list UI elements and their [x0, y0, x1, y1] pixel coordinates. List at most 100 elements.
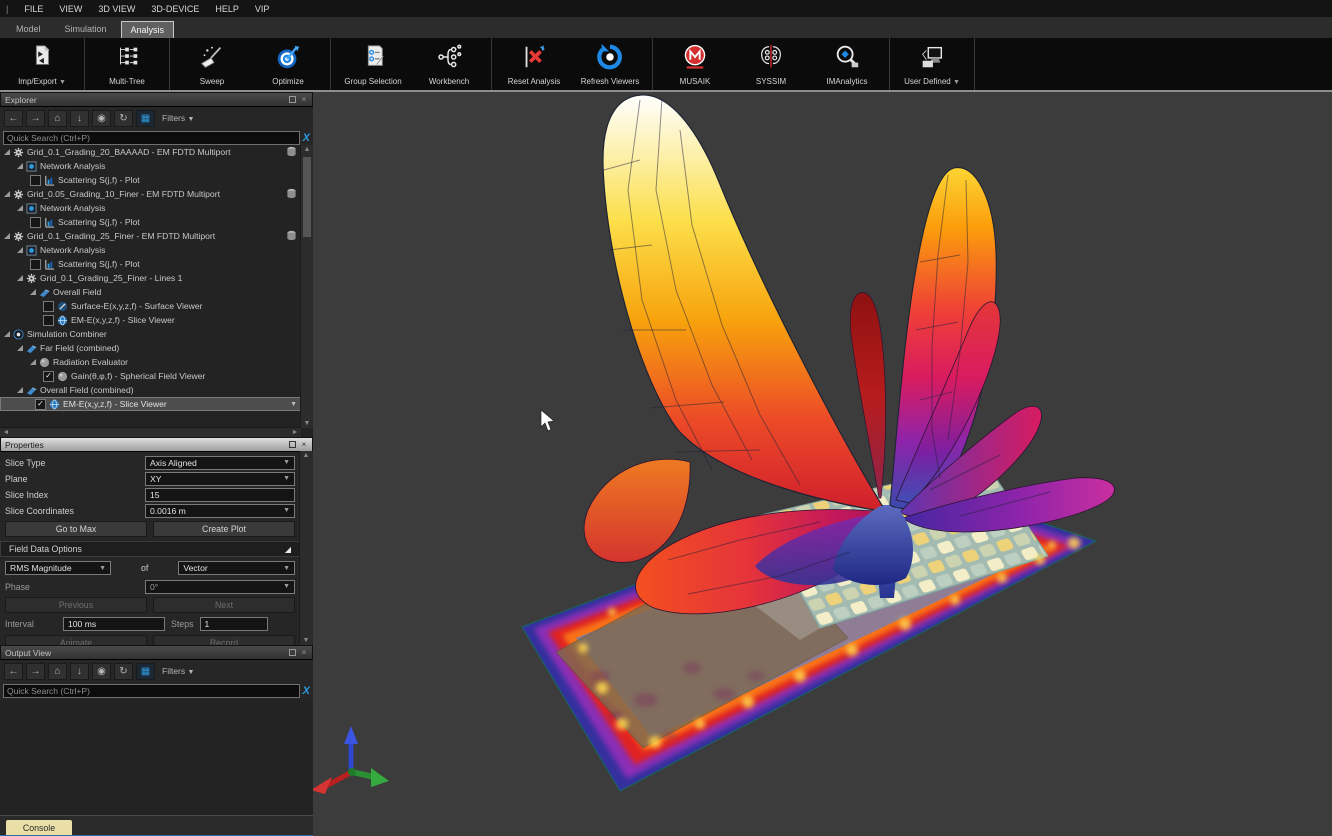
grid-icon[interactable]: ▦ — [136, 110, 155, 127]
menu-item-file[interactable]: FILE — [24, 4, 43, 14]
slice-index-input[interactable] — [145, 488, 295, 502]
expander-icon[interactable] — [30, 289, 36, 295]
output-search-input[interactable] — [3, 684, 300, 698]
tree-item-em-e-x-y-z-f-slice-viewer[interactable]: EM-E(x,y,z,f) - Slice Viewer — [0, 313, 301, 327]
tree-item-network-analysis[interactable]: Network Analysis — [0, 201, 301, 215]
expander-icon[interactable] — [17, 345, 23, 351]
toolbar-button-refresh-viewers[interactable]: Refresh Viewers — [572, 38, 648, 90]
tree-item-scattering-s-j-f-plot[interactable]: Scattering S(j,f) - Plot — [0, 173, 301, 187]
tab-simulation[interactable]: Simulation — [55, 20, 117, 38]
explorer-horizontal-scrollbar[interactable]: ◄ ► — [0, 427, 301, 437]
tree-item-network-analysis[interactable]: Network Analysis — [0, 159, 301, 173]
console-tab[interactable]: Console — [6, 820, 72, 835]
steps-input[interactable] — [200, 617, 268, 631]
component-select[interactable]: Vector▼ — [178, 561, 295, 575]
expander-icon[interactable] — [17, 205, 23, 211]
toolbar-button-multi-tree[interactable]: Multi-Tree — [89, 38, 165, 90]
phase-select[interactable]: 0°▼ — [145, 580, 295, 594]
tree-item-radiation-evaluator[interactable]: Radiation Evaluator — [0, 355, 301, 369]
tree-item-grid-0-1-grading-25-finer-lines-1[interactable]: Grid_0.1_Grading_25_Finer - Lines 1 — [0, 271, 301, 285]
toolbar-button-reset-analysis[interactable]: Reset Analysis — [496, 38, 572, 90]
down-icon[interactable]: ↓ — [70, 110, 89, 127]
loop-icon[interactable]: ↻ — [114, 110, 133, 127]
expander-icon[interactable] — [4, 331, 10, 337]
tab-analysis[interactable]: Analysis — [121, 21, 175, 38]
visibility-checkbox[interactable]: ✓ — [43, 371, 54, 382]
tree-item-grid-0-05-grading-10-finer-em-fdtd-multiport[interactable]: Grid_0.05_Grading_10_Finer - EM FDTD Mul… — [0, 187, 301, 201]
toolbar-button-optimize[interactable]: Optimize — [250, 38, 326, 90]
slice-type-select[interactable]: Axis Aligned▼ — [145, 456, 295, 470]
menu-item-3d-device[interactable]: 3D-DEVICE — [151, 4, 199, 14]
eye-icon[interactable]: ◉ — [92, 663, 111, 680]
tree-item-simulation-combiner[interactable]: Simulation Combiner — [0, 327, 301, 341]
tree-item-gain-f-spherical-field-viewer[interactable]: ✓ Gain(θ,φ,f) - Spherical Field Viewer — [0, 369, 301, 383]
toolbar-button-syssim[interactable]: SYSSIM — [733, 38, 809, 90]
expander-icon[interactable] — [4, 233, 10, 239]
pin-icon[interactable] — [289, 441, 296, 448]
pin-icon[interactable] — [289, 96, 296, 103]
menu-item-3d-view[interactable]: 3D VIEW — [98, 4, 135, 14]
visibility-checkbox[interactable]: ✓ — [35, 399, 46, 410]
next-button[interactable]: Next — [153, 597, 295, 613]
back-icon[interactable]: ← — [4, 110, 23, 127]
visibility-checkbox[interactable] — [43, 315, 54, 326]
slice-coordinates-select[interactable]: 0.0016 m▼ — [145, 504, 295, 518]
forward-icon[interactable]: → — [26, 110, 45, 127]
tree-item-network-analysis[interactable]: Network Analysis — [0, 243, 301, 257]
visibility-checkbox[interactable] — [30, 175, 41, 186]
explorer-vertical-scrollbar[interactable]: ▲ ▼ — [300, 145, 313, 428]
previous-button[interactable]: Previous — [5, 597, 147, 613]
create-plot-button[interactable]: Create Plot — [153, 521, 295, 537]
home-icon[interactable]: ⌂ — [48, 110, 67, 127]
tab-model[interactable]: Model — [6, 20, 51, 38]
tree-item-far-field-combined[interactable]: Far Field (combined) — [0, 341, 301, 355]
filters-dropdown[interactable]: Filters ▼ — [162, 666, 194, 676]
toolbar-button-user-defined[interactable]: User Defined ▼ — [894, 38, 970, 90]
expander-icon[interactable] — [17, 247, 23, 253]
visibility-checkbox[interactable] — [30, 217, 41, 228]
toolbar-button-imanalytics[interactable]: IMAnalytics — [809, 38, 885, 90]
clear-search-icon[interactable]: X — [303, 685, 310, 697]
toolbar-button-imp-export[interactable]: Imp/Export ▼ — [4, 38, 80, 90]
expander-icon[interactable] — [4, 149, 10, 155]
filters-dropdown[interactable]: Filters ▼ — [162, 113, 194, 123]
plane-select[interactable]: XY▼ — [145, 472, 295, 486]
interval-input[interactable] — [63, 617, 165, 631]
tree-item-em-e-x-y-z-f-slice-viewer[interactable]: ✓ EM-E(x,y,z,f) - Slice Viewer ▼ — [0, 397, 301, 411]
toolbar-button-group-selection[interactable]: Group Selection — [335, 38, 411, 90]
tree-item-scattering-s-j-f-plot[interactable]: Scattering S(j,f) - Plot — [0, 215, 301, 229]
clear-search-icon[interactable]: X — [303, 132, 310, 144]
loop-icon[interactable]: ↻ — [114, 663, 133, 680]
close-icon[interactable]: × — [300, 96, 308, 104]
viewport-3d[interactable] — [313, 92, 1332, 836]
properties-scrollbar[interactable]: ▲ ▼ — [299, 451, 313, 645]
forward-icon[interactable]: → — [26, 663, 45, 680]
home-icon[interactable]: ⌂ — [48, 663, 67, 680]
close-icon[interactable]: × — [300, 441, 308, 449]
tree-item-overall-field-combined[interactable]: Overall Field (combined) — [0, 383, 301, 397]
grid-icon[interactable]: ▦ — [136, 663, 155, 680]
tree-item-overall-field[interactable]: Overall Field — [0, 285, 301, 299]
expander-icon[interactable] — [4, 191, 10, 197]
record-button[interactable]: Record — [153, 635, 295, 645]
back-icon[interactable]: ← — [4, 663, 23, 680]
animate-button[interactable]: Animate — [5, 635, 147, 645]
close-icon[interactable]: × — [300, 649, 308, 657]
explorer-search-input[interactable] — [3, 131, 300, 145]
tree-item-scattering-s-j-f-plot[interactable]: Scattering S(j,f) - Plot — [0, 257, 301, 271]
tree-item-grid-0-1-grading-25-finer-em-fdtd-multiport[interactable]: Grid_0.1_Grading_25_Finer - EM FDTD Mult… — [0, 229, 301, 243]
magnitude-select[interactable]: RMS Magnitude▼ — [5, 561, 111, 575]
tree-item-surface-e-x-y-z-f-surface-viewer[interactable]: Surface-E(x,y,z,f) - Surface Viewer — [0, 299, 301, 313]
expander-icon[interactable] — [17, 387, 23, 393]
go-to-max-button[interactable]: Go to Max — [5, 521, 147, 537]
chevron-down-icon[interactable]: ▼ — [290, 401, 297, 408]
toolbar-button-musaik[interactable]: MUSAIK — [657, 38, 733, 90]
eye-icon[interactable]: ◉ — [92, 110, 111, 127]
pin-icon[interactable] — [289, 649, 296, 656]
field-data-options-header[interactable]: Field Data Options◢ — [0, 541, 300, 557]
tree-item-grid-0-1-grading-20-baaaad-em-fdtd-multiport[interactable]: Grid_0.1_Grading_20_BAAAAD - EM FDTD Mul… — [0, 145, 301, 159]
toolbar-button-sweep[interactable]: Sweep — [174, 38, 250, 90]
menu-item-help[interactable]: HELP — [215, 4, 239, 14]
visibility-checkbox[interactable] — [30, 259, 41, 270]
visibility-checkbox[interactable] — [43, 301, 54, 312]
